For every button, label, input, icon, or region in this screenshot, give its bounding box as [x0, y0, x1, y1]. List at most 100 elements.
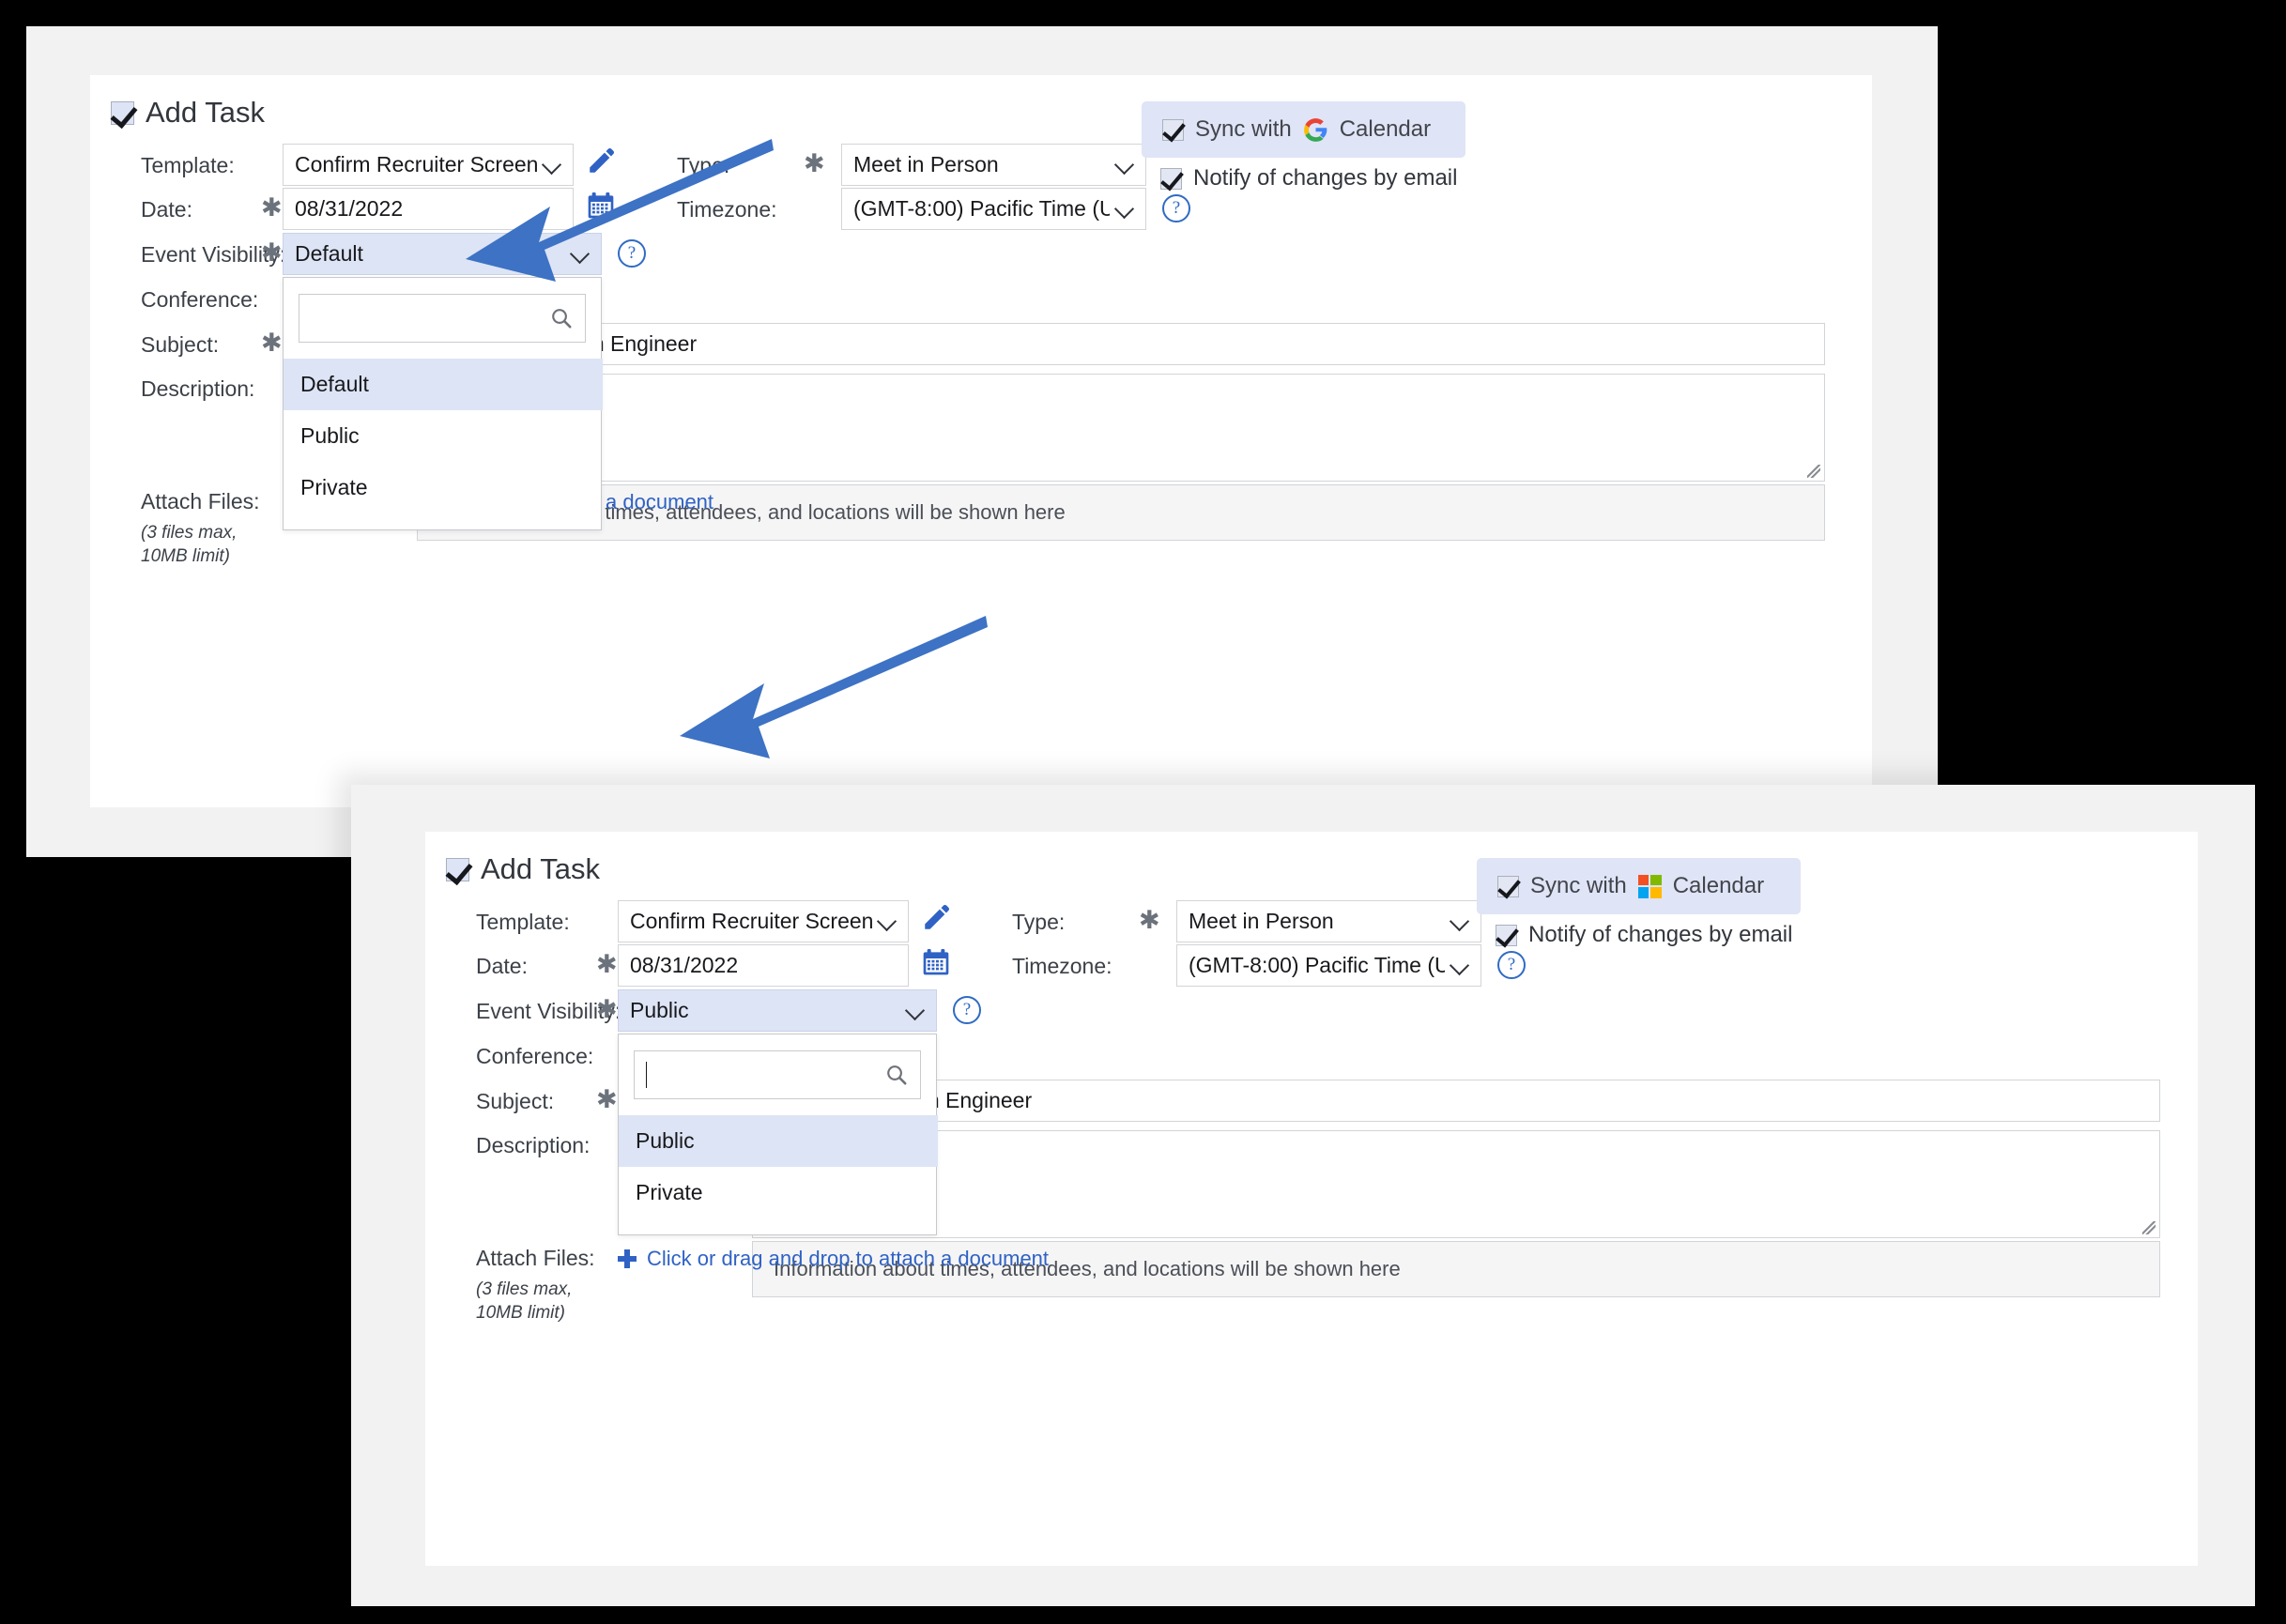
- timezone-help-icon[interactable]: ?: [1162, 194, 1190, 222]
- screenshot-stage: Add Task Template: Date: Event Visibilit…: [0, 0, 2286, 1624]
- sync-label-before: Sync with: [1530, 873, 1627, 898]
- type-select[interactable]: Meet in Person: [841, 144, 1146, 186]
- chevron-down-icon: [1115, 156, 1134, 175]
- plus-icon: [618, 1249, 637, 1268]
- timezone-help-icon[interactable]: ?: [1497, 951, 1526, 979]
- timezone-label: Timezone:: [1012, 954, 1112, 978]
- type-required-mark: ✱: [804, 149, 825, 177]
- event-visibility-value: Public: [630, 998, 689, 1022]
- type-select[interactable]: Meet in Person: [1176, 900, 1481, 942]
- page-title: Add Task: [481, 852, 600, 885]
- search-icon: [887, 1065, 907, 1085]
- type-label: Type:: [1012, 910, 1066, 934]
- dropdown-search-input[interactable]: [299, 294, 586, 343]
- page-title: Add Task: [146, 96, 265, 129]
- notify-checkbox[interactable]: [1160, 167, 1182, 190]
- event-visibility-select[interactable]: Default: [283, 233, 602, 275]
- date-label: Date:: [141, 197, 192, 222]
- template-value: Confirm Recruiter Screen: [295, 152, 537, 176]
- dropdown-option-label: Public: [636, 1128, 695, 1153]
- dropdown-option-public[interactable]: Public: [619, 1115, 938, 1167]
- attach-document-link[interactable]: Click or drag and drop to attach a docum…: [618, 1247, 1049, 1271]
- panel-header-bottom: Add Task: [446, 852, 600, 886]
- template-value: Confirm Recruiter Screen: [630, 909, 872, 933]
- subject-label: Subject:: [476, 1089, 555, 1113]
- type-value: Meet in Person: [853, 152, 999, 176]
- timezone-select[interactable]: (GMT-8:00) Pacific Time (US: [1176, 944, 1481, 987]
- sync-with-calendar-toggle[interactable]: Sync with Calendar: [1477, 858, 1801, 914]
- sync-checkbox[interactable]: [1162, 118, 1184, 141]
- chevron-down-icon: [543, 156, 561, 175]
- sync-label-after: Calendar: [1339, 116, 1432, 142]
- timezone-value: (GMT-8:00) Pacific Time (US: [853, 196, 1110, 221]
- add-task-panel-top: Add Task Template: Date: Event Visibilit…: [90, 75, 1872, 807]
- timezone-select[interactable]: (GMT-8:00) Pacific Time (US: [841, 188, 1146, 230]
- sync-label-before: Sync with: [1195, 116, 1292, 142]
- event-visibility-help-icon[interactable]: ?: [953, 996, 981, 1024]
- attach-files-label: Attach Files:: [476, 1246, 595, 1270]
- attach-files-note: (3 files max, 10MB limit): [141, 523, 238, 567]
- add-task-panel-bottom: Add Task Template: Date: Event Visibilit…: [425, 832, 2198, 1566]
- event-visibility-dropdown: Public Private: [618, 1034, 938, 1235]
- subject-required-mark: ✱: [596, 1085, 618, 1113]
- timezone-label: Timezone:: [677, 197, 777, 222]
- event-visibility-select[interactable]: Public: [618, 989, 937, 1032]
- sync-checkbox[interactable]: [1497, 875, 1519, 897]
- calendar-icon[interactable]: [586, 190, 616, 222]
- dropdown-option-label: Public: [300, 423, 360, 448]
- dropdown-option-default[interactable]: Default: [284, 359, 603, 410]
- template-select[interactable]: Confirm Recruiter Screen: [283, 144, 574, 186]
- template-label: Template:: [141, 153, 235, 177]
- date-label: Date:: [476, 954, 528, 978]
- description-label: Description:: [476, 1133, 591, 1157]
- type-value: Meet in Person: [1189, 909, 1334, 933]
- date-input[interactable]: 08/31/2022: [618, 944, 909, 987]
- description-textarea[interactable]: [417, 374, 1825, 482]
- panel-header-top: Add Task: [111, 96, 265, 130]
- subject-input[interactable]: for QA Automation Engineer: [752, 1080, 2160, 1122]
- chevron-down-icon: [1450, 957, 1469, 975]
- event-visibility-required-mark: ✱: [261, 238, 283, 267]
- add-task-checkbox[interactable]: [446, 857, 469, 881]
- dropdown-option-private[interactable]: Private: [619, 1167, 938, 1218]
- event-visibility-value: Default: [295, 241, 363, 266]
- conference-label: Conference:: [476, 1044, 594, 1068]
- date-value: 08/31/2022: [295, 196, 404, 221]
- date-required-mark: ✱: [261, 193, 283, 222]
- subject-value: for QA Automation Engineer: [764, 1088, 1033, 1112]
- dropdown-option-private[interactable]: Private: [284, 462, 603, 513]
- subject-input[interactable]: for QA Automation Engineer: [417, 323, 1825, 365]
- dropdown-option-label: Default: [300, 372, 369, 396]
- date-input[interactable]: 08/31/2022: [283, 188, 574, 230]
- description-textarea[interactable]: [752, 1130, 2160, 1238]
- calendar-icon[interactable]: [921, 946, 951, 978]
- sync-with-calendar-toggle[interactable]: Sync with Calendar: [1142, 101, 1465, 158]
- type-label: Type:: [677, 153, 730, 177]
- subject-value: for QA Automation Engineer: [429, 331, 698, 356]
- attach-document-link-label: Click or drag and drop to attach a docum…: [647, 1247, 1050, 1270]
- notify-checkbox[interactable]: [1496, 924, 1517, 946]
- pencil-icon[interactable]: [921, 901, 953, 933]
- pencil-icon[interactable]: [586, 145, 618, 176]
- subject-label: Subject:: [141, 332, 220, 357]
- chevron-down-icon: [906, 1002, 925, 1020]
- add-task-checkbox[interactable]: [111, 100, 134, 125]
- timezone-value: (GMT-8:00) Pacific Time (US: [1189, 953, 1445, 977]
- description-label: Description:: [141, 376, 255, 401]
- chevron-down-icon: [1115, 200, 1134, 219]
- conference-label: Conference:: [141, 287, 259, 312]
- dropdown-search-input[interactable]: [634, 1050, 921, 1099]
- notify-label: Notify of changes by email: [1193, 165, 1458, 191]
- event-visibility-required-mark: ✱: [596, 995, 618, 1023]
- text-cursor: [646, 1062, 647, 1088]
- event-visibility-help-icon[interactable]: ?: [618, 239, 646, 268]
- chevron-down-icon: [1450, 912, 1469, 931]
- date-required-mark: ✱: [596, 950, 618, 978]
- search-icon: [552, 309, 572, 329]
- notify-by-email-toggle[interactable]: Notify of changes by email: [1496, 922, 1792, 948]
- template-select[interactable]: Confirm Recruiter Screen: [618, 900, 909, 942]
- attach-files-note: (3 files max, 10MB limit): [476, 1279, 573, 1324]
- type-required-mark: ✱: [1139, 906, 1160, 934]
- notify-by-email-toggle[interactable]: Notify of changes by email: [1160, 165, 1457, 192]
- dropdown-option-public[interactable]: Public: [284, 410, 603, 462]
